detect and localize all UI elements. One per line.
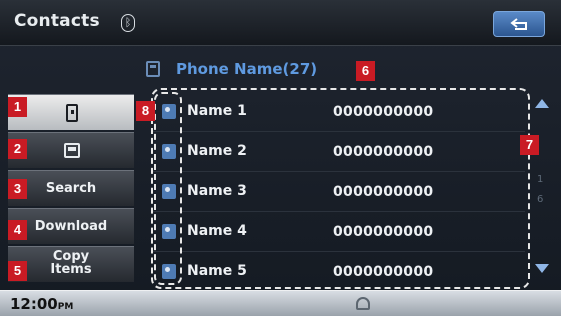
page-total: 6 xyxy=(537,194,544,205)
back-button[interactable] xyxy=(493,11,545,37)
phone-name: Phone Name(27) xyxy=(176,60,318,78)
scroll-up-icon[interactable] xyxy=(535,99,549,108)
scroll-down-icon[interactable] xyxy=(535,264,549,273)
callout-8: 8 xyxy=(136,101,155,121)
callout-7: 7 xyxy=(520,135,539,155)
contact-list-highlight xyxy=(151,88,530,289)
page-title: Contacts xyxy=(14,11,100,31)
contacts-screen: Contacts ᛒ Phone Name(27) Search Downloa… xyxy=(0,0,561,316)
page-current: 1 xyxy=(537,174,544,185)
callout-4: 4 xyxy=(8,220,27,240)
copy-label-line2: Items xyxy=(50,262,92,277)
callout-6: 6 xyxy=(356,61,375,81)
callout-2: 2 xyxy=(8,139,27,159)
header-bar: Contacts ᛒ xyxy=(0,0,561,46)
list-scrollbar[interactable]: 1 6 xyxy=(530,94,554,284)
contact-card-icon xyxy=(66,104,78,122)
phone-book-icon xyxy=(64,143,80,158)
callout-5: 5 xyxy=(8,261,27,281)
status-bar: 12:00PM xyxy=(0,290,561,316)
callout-3: 3 xyxy=(8,179,27,199)
clock: 12:00PM xyxy=(10,295,73,313)
back-arrow-icon xyxy=(510,18,527,30)
clock-meridiem: PM xyxy=(57,302,74,312)
bluetooth-icon: ᛒ xyxy=(121,14,135,32)
callout-1: 1 xyxy=(8,97,27,117)
phone-name-row: Phone Name(27) xyxy=(140,53,560,87)
phone-icon xyxy=(146,61,160,77)
contact-icon-column-highlight xyxy=(154,92,182,285)
bluetooth-status-icon xyxy=(356,297,370,310)
clock-time: 12:00 xyxy=(10,295,58,313)
